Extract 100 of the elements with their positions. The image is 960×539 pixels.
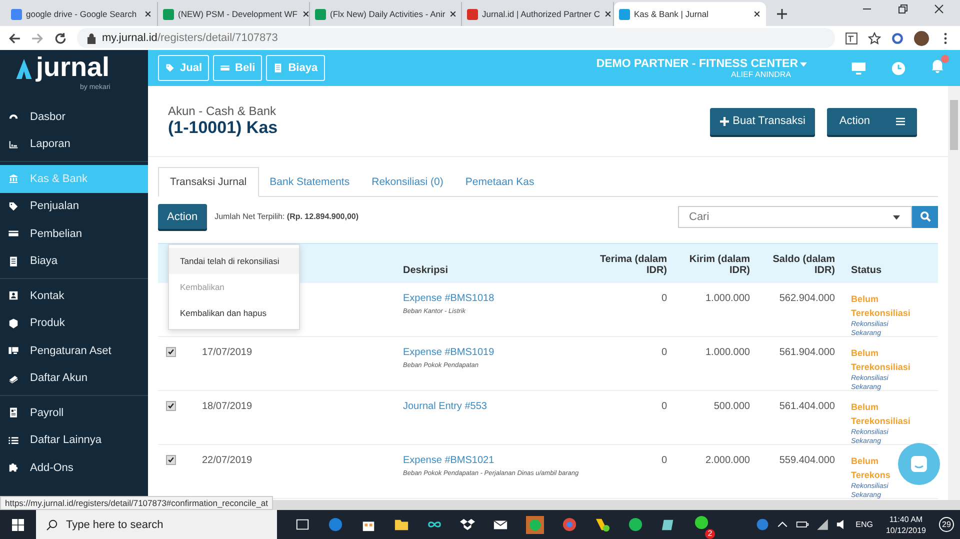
amount-cell: 0 bbox=[661, 293, 667, 304]
sidebar-item[interactable]: Biaya bbox=[0, 248, 148, 275]
chart-icon bbox=[8, 138, 19, 150]
tab[interactable]: Transaksi Jurnal bbox=[158, 167, 259, 197]
search-field[interactable]: Cari bbox=[678, 206, 912, 228]
breadcrumb: Akun - Cash & Bank bbox=[168, 104, 278, 118]
restore-icon[interactable] bbox=[898, 4, 908, 14]
search-icon bbox=[920, 211, 930, 222]
action-button[interactable]: Action bbox=[827, 108, 917, 134]
document-icon bbox=[8, 407, 19, 418]
row-checkbox[interactable] bbox=[166, 347, 176, 357]
card-icon bbox=[220, 63, 230, 73]
clock-date[interactable]: 10/12/2019 bbox=[886, 526, 926, 534]
contact-icon bbox=[8, 290, 19, 302]
taskbar-search-field[interactable]: Type here to search bbox=[36, 510, 277, 539]
close-icon[interactable] bbox=[302, 10, 310, 18]
translate-icon[interactable] bbox=[845, 32, 858, 44]
close-icon[interactable] bbox=[604, 10, 612, 18]
tab[interactable]: Pemetaan Kas bbox=[454, 167, 546, 196]
sidebar-item[interactable]: Kontak bbox=[0, 282, 148, 310]
tag-icon bbox=[165, 63, 175, 73]
search-button[interactable] bbox=[912, 206, 938, 228]
sidebar-item[interactable]: Pembelian bbox=[0, 220, 148, 248]
star-icon[interactable] bbox=[868, 32, 881, 44]
bank-icon bbox=[8, 173, 19, 184]
sidebar-item[interactable]: Produk bbox=[0, 310, 148, 337]
create-transaction-button[interactable]: Buat Transaksi bbox=[710, 108, 816, 134]
folder-icon[interactable] bbox=[394, 517, 409, 532]
logo-text: jurnal bbox=[36, 52, 110, 83]
sidebar-item[interactable]: Add-Ons bbox=[0, 454, 148, 482]
logo-icon bbox=[16, 59, 32, 79]
sidebar-item[interactable]: Daftar Lainnya bbox=[0, 426, 148, 454]
sidebar-item[interactable]: Daftar Akun bbox=[0, 364, 148, 392]
date-cell: 18/07/2019 bbox=[202, 401, 252, 412]
amount-cell: 2.000.000 bbox=[706, 455, 750, 466]
tab[interactable]: Rekonsiliasi (0) bbox=[360, 167, 454, 196]
notes-app-icon[interactable] bbox=[661, 517, 676, 532]
task-view-icon[interactable] bbox=[295, 517, 310, 532]
amount-cell: 500.000 bbox=[714, 401, 750, 412]
scrollbar[interactable] bbox=[948, 86, 960, 500]
tab[interactable]: Bank Statements bbox=[258, 167, 361, 196]
clock-time[interactable]: 11:40 AM bbox=[889, 514, 923, 524]
puzzle-icon bbox=[8, 462, 19, 474]
favicon-icon bbox=[315, 8, 326, 20]
balance-cell: 561.404.000 bbox=[779, 401, 835, 412]
balance-cell: 562.904.000 bbox=[779, 293, 835, 304]
close-icon[interactable] bbox=[144, 10, 152, 18]
transaction-link[interactable]: Expense #BMS1019 bbox=[403, 347, 494, 358]
menu-item: Kembalikan bbox=[179, 281, 226, 294]
user-name: ALIEF ANINDRA bbox=[730, 70, 791, 78]
windows-icon[interactable] bbox=[12, 518, 24, 530]
status-label: Belum Terekonsiliasi bbox=[851, 293, 910, 320]
notification-count[interactable]: 29 bbox=[939, 517, 954, 532]
close-icon[interactable] bbox=[449, 10, 458, 18]
status-label: Belum Terekonsiliasi bbox=[851, 401, 910, 428]
amount-cell: 0 bbox=[661, 455, 667, 466]
favicon-icon bbox=[163, 8, 174, 20]
close-icon[interactable] bbox=[753, 10, 761, 18]
column-header: Deskripsi bbox=[403, 265, 448, 276]
wifi-icon[interactable] bbox=[816, 518, 829, 531]
amount-cell: 0 bbox=[661, 401, 667, 412]
box-icon bbox=[8, 318, 19, 329]
page-title: (1-10001) Kas bbox=[168, 118, 278, 138]
sidebar-item[interactable]: Payroll bbox=[0, 399, 148, 426]
column-header: Terima (dalam IDR) bbox=[600, 254, 667, 276]
sidebar-item[interactable]: Dasbor bbox=[0, 103, 148, 130]
row-checkbox[interactable] bbox=[166, 401, 176, 411]
menu-icon bbox=[896, 116, 905, 126]
menu-item[interactable]: Kembalikan dan hapus bbox=[169, 300, 299, 326]
favicon-icon bbox=[467, 8, 478, 20]
browser-tab[interactable]: Kas & Bank | Jurnal bbox=[614, 2, 766, 26]
transaction-link[interactable]: Journal Entry #553 bbox=[403, 401, 487, 412]
close-icon[interactable] bbox=[934, 4, 944, 14]
transaction-link[interactable]: Expense #BMS1021 bbox=[403, 455, 494, 466]
address-field[interactable]: my.jurnal.id/registers/detail/7107873 bbox=[77, 28, 835, 48]
caret-icon bbox=[800, 62, 807, 66]
tag-icon bbox=[8, 200, 19, 212]
reload-icon[interactable] bbox=[54, 32, 67, 44]
sidebar-item[interactable]: Laporan bbox=[0, 130, 148, 158]
receipt-icon bbox=[273, 63, 284, 73]
column-header: Saldo (dalam IDR) bbox=[772, 254, 835, 276]
amount-cell: 1.000.000 bbox=[706, 347, 750, 358]
balance-cell: 561.904.000 bbox=[779, 347, 835, 358]
status-label: Belum Terekonsiliasi bbox=[851, 347, 910, 374]
sidebar-item[interactable]: Penjualan bbox=[0, 192, 148, 220]
url-tooltip: https://my.jurnal.id/registers/detail/7107873#confirmation_reconcile_at bbox=[0, 496, 274, 510]
box-icon[interactable] bbox=[460, 517, 475, 532]
favicon-icon bbox=[619, 8, 630, 20]
chat-icon bbox=[909, 454, 929, 474]
avatar-icon[interactable] bbox=[914, 30, 929, 46]
action-button[interactable]: Action bbox=[158, 204, 207, 229]
back-icon[interactable] bbox=[8, 32, 21, 44]
language-indicator[interactable]: ENG bbox=[856, 520, 873, 529]
transaction-link[interactable]: Expense #BMS1018 bbox=[403, 293, 494, 304]
row-checkbox[interactable] bbox=[166, 455, 176, 465]
caret-icon bbox=[893, 214, 900, 220]
column-header: Kirim (dalam IDR) bbox=[689, 254, 750, 276]
sidebar-item[interactable]: Pengaturan Aset bbox=[0, 337, 148, 364]
menu-item[interactable]: Tandai telah di rekonsiliasi bbox=[169, 248, 299, 274]
new-tab-icon[interactable] bbox=[776, 8, 788, 20]
